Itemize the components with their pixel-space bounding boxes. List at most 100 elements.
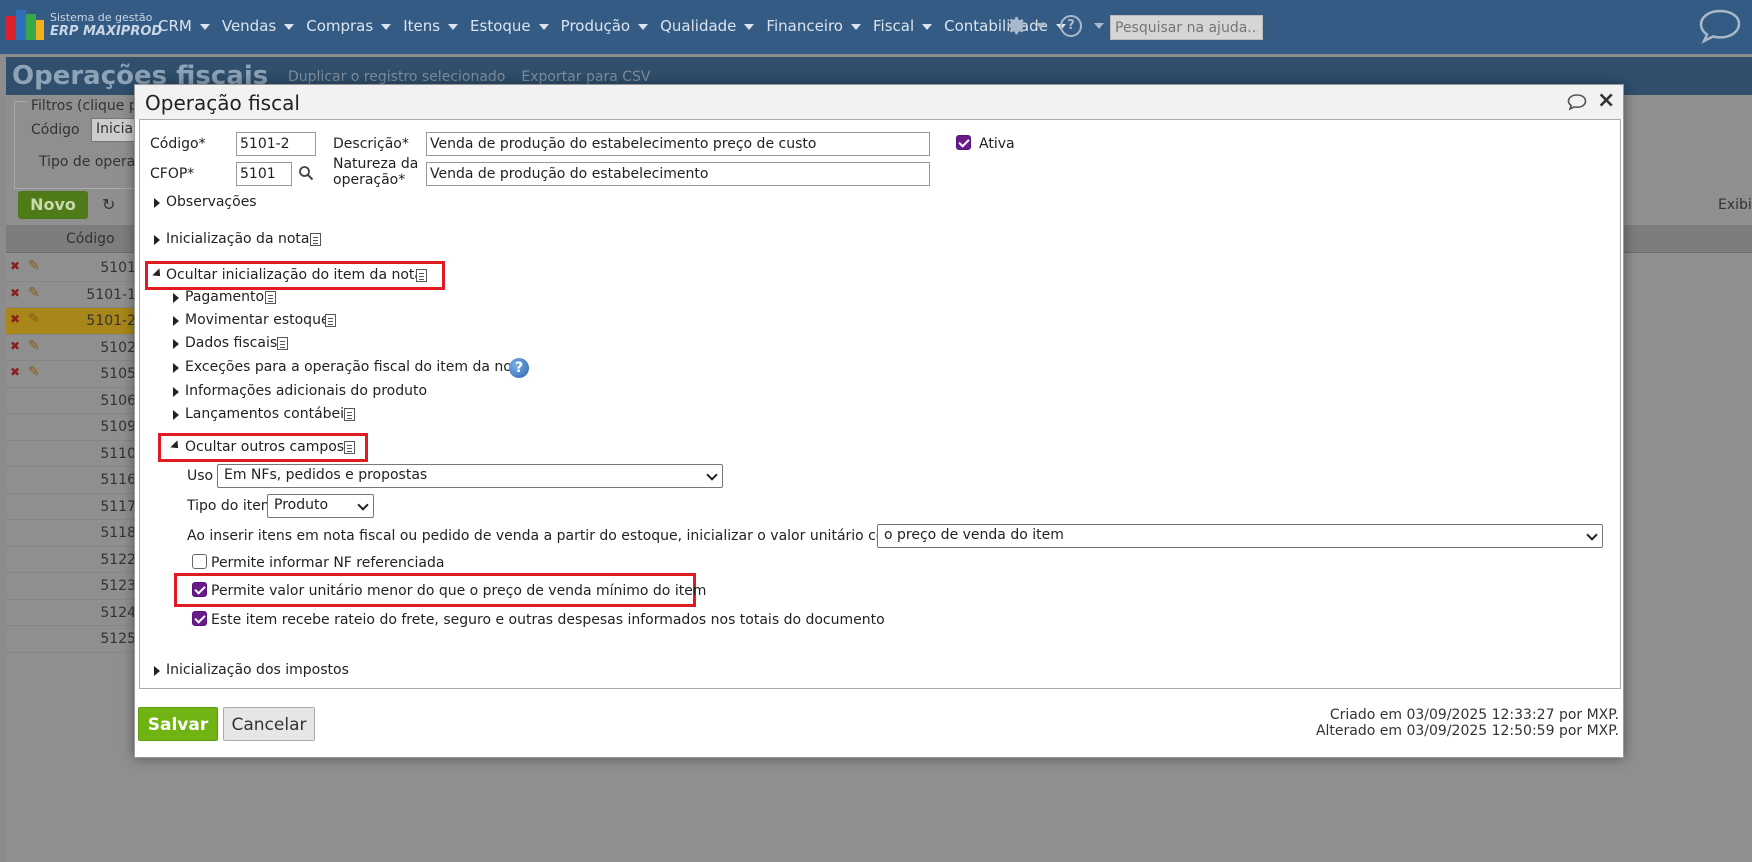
caret-down-icon[interactable] (1094, 23, 1104, 29)
pencil-icon[interactable]: ✎ (28, 364, 40, 380)
fiscal-operation-dialog: Operação fiscal × Código* Descrição* Ati… (134, 84, 1624, 758)
table-row[interactable]: 5125 (6, 626, 136, 653)
table-row[interactable]: ✖ ✎ 5105 (6, 361, 136, 388)
section-dados-fiscais[interactable]: Dados fiscais (185, 335, 277, 351)
expand-arrow-icon[interactable] (173, 363, 179, 373)
table-row[interactable]: ✖ ✎ 5101-1 (6, 282, 136, 308)
comment-icon[interactable] (1567, 93, 1587, 111)
table-row[interactable]: 5123 (6, 573, 136, 600)
table-row[interactable]: 5122 (6, 547, 136, 573)
caret-down-icon[interactable] (1036, 23, 1046, 29)
document-icon[interactable] (277, 337, 288, 350)
valor-unitario-label: Ao inserir itens em nota fiscal ou pedid… (187, 528, 903, 544)
delete-icon[interactable]: ✖ (10, 312, 20, 326)
expand-arrow-icon[interactable] (173, 410, 179, 420)
rateio-checkbox[interactable] (192, 611, 207, 626)
section-observacoes[interactable]: Observações (166, 194, 257, 210)
menu-vendas[interactable]: Vendas (222, 17, 295, 35)
document-icon[interactable] (310, 233, 321, 246)
codigo-input[interactable] (236, 132, 316, 156)
expand-arrow-icon[interactable] (173, 293, 179, 303)
table-row[interactable]: ✖ ✎ 5101-2 (6, 308, 136, 335)
table-row[interactable]: 5106 (6, 388, 136, 414)
new-button[interactable]: Novo (18, 191, 88, 219)
document-icon[interactable] (344, 441, 355, 454)
table-row[interactable]: 5109 (6, 414, 136, 441)
table-row[interactable]: ✖ ✎ 5102 (6, 335, 136, 361)
section-lancamentos[interactable]: Lançamentos contábeis (185, 406, 351, 422)
close-icon[interactable]: × (1597, 88, 1615, 113)
gear-icon[interactable] (1006, 15, 1028, 37)
valor-unitario-select[interactable]: o preço de venda do item (877, 524, 1603, 548)
section-movimentar-estoque[interactable]: Movimentar estoque (185, 312, 330, 328)
valor-menor-checkbox[interactable] (192, 582, 207, 597)
delete-icon[interactable]: ✖ (10, 286, 20, 300)
document-icon[interactable] (416, 269, 427, 282)
column-header-code[interactable]: Código (66, 231, 115, 247)
show-label[interactable]: Exibi (1718, 197, 1752, 213)
section-impostos[interactable]: Inicialização dos impostos (166, 662, 349, 678)
nf-referenciada-checkbox[interactable] (192, 554, 207, 569)
row-code: 5118 (100, 525, 136, 541)
menu-qualidade[interactable]: Qualidade (660, 17, 755, 35)
cancel-button[interactable]: Cancelar (223, 707, 315, 741)
menu-estoque[interactable]: Estoque (470, 17, 549, 35)
expand-arrow-icon[interactable] (173, 387, 179, 397)
logo[interactable]: Sistema de gestão ERP MAXIPROD (6, 10, 162, 40)
table-row[interactable]: 5124 (6, 600, 136, 626)
menu-label: Produção (560, 17, 631, 35)
document-icon[interactable] (265, 291, 276, 304)
descricao-label: Descrição* (333, 136, 409, 152)
chat-bubble-icon[interactable] (1698, 8, 1742, 44)
save-button[interactable]: Salvar (138, 707, 218, 741)
ativa-checkbox[interactable] (956, 135, 971, 150)
expand-arrow-icon[interactable] (154, 235, 160, 245)
menu-itens[interactable]: Itens (403, 17, 459, 35)
table-row[interactable]: 5118 (6, 520, 136, 547)
uso-select[interactable]: Em NFs, pedidos e propostas (217, 464, 723, 488)
menu-crm[interactable]: CRM (158, 17, 210, 35)
pencil-icon[interactable]: ✎ (28, 258, 40, 274)
section-inicializacao-nota[interactable]: Inicialização da nota (166, 231, 309, 247)
descricao-input[interactable] (426, 132, 930, 156)
delete-icon[interactable]: ✖ (10, 365, 20, 379)
caret-down-icon (381, 23, 392, 30)
menu-compras[interactable]: Compras (306, 17, 392, 35)
natureza-input[interactable] (426, 162, 930, 186)
table-row[interactable]: 5110 (6, 441, 136, 467)
delete-icon[interactable]: ✖ (10, 339, 20, 353)
section-excecoes[interactable]: Exceções para a operação fiscal do item … (185, 359, 526, 375)
section-ocultar-item[interactable]: Ocultar inicialização do item da nota (166, 267, 423, 283)
table-row[interactable]: ✖ ✎ 5101 (6, 255, 136, 282)
expand-arrow-icon[interactable] (154, 198, 160, 208)
menu-producao[interactable]: Produção (560, 17, 649, 35)
document-icon[interactable] (344, 408, 355, 421)
pencil-icon[interactable]: ✎ (28, 311, 40, 327)
expand-arrow-icon[interactable] (154, 666, 160, 676)
export-csv-link[interactable]: Exportar para CSV (521, 69, 650, 85)
menu-financeiro[interactable]: Financeiro (766, 17, 861, 35)
table-row[interactable]: 5116 (6, 467, 136, 494)
section-ocultar-outros[interactable]: Ocultar outros campos (185, 439, 344, 455)
expand-arrow-icon[interactable] (173, 339, 179, 349)
search-icon[interactable] (298, 165, 314, 181)
document-icon[interactable] (325, 314, 336, 327)
menu-fiscal[interactable]: Fiscal (873, 17, 933, 35)
help-search-input[interactable] (1110, 15, 1263, 40)
pencil-icon[interactable]: ✎ (28, 285, 40, 301)
pencil-icon[interactable]: ✎ (28, 338, 40, 354)
help-icon[interactable]: ? (509, 358, 529, 378)
filters-legend[interactable]: Filtros (clique p (27, 98, 142, 114)
section-pagamento[interactable]: Pagamento (185, 289, 264, 305)
duplicate-record-link[interactable]: Duplicar o registro selecionado (288, 69, 505, 85)
question-circle-icon[interactable]: ? (1060, 15, 1082, 37)
refresh-icon[interactable]: ↻ (102, 195, 115, 214)
expand-arrow-icon[interactable] (173, 316, 179, 326)
tipo-item-select[interactable]: Produto (267, 494, 374, 518)
menu-label: Itens (403, 17, 441, 35)
delete-icon[interactable]: ✖ (10, 259, 20, 273)
cfop-input[interactable] (236, 162, 292, 186)
section-info-adicionais[interactable]: Informações adicionais do produto (185, 383, 427, 399)
main-menu: CRM Vendas Compras Itens Estoque Produçã… (158, 17, 1078, 35)
table-row[interactable]: 5117 (6, 494, 136, 520)
